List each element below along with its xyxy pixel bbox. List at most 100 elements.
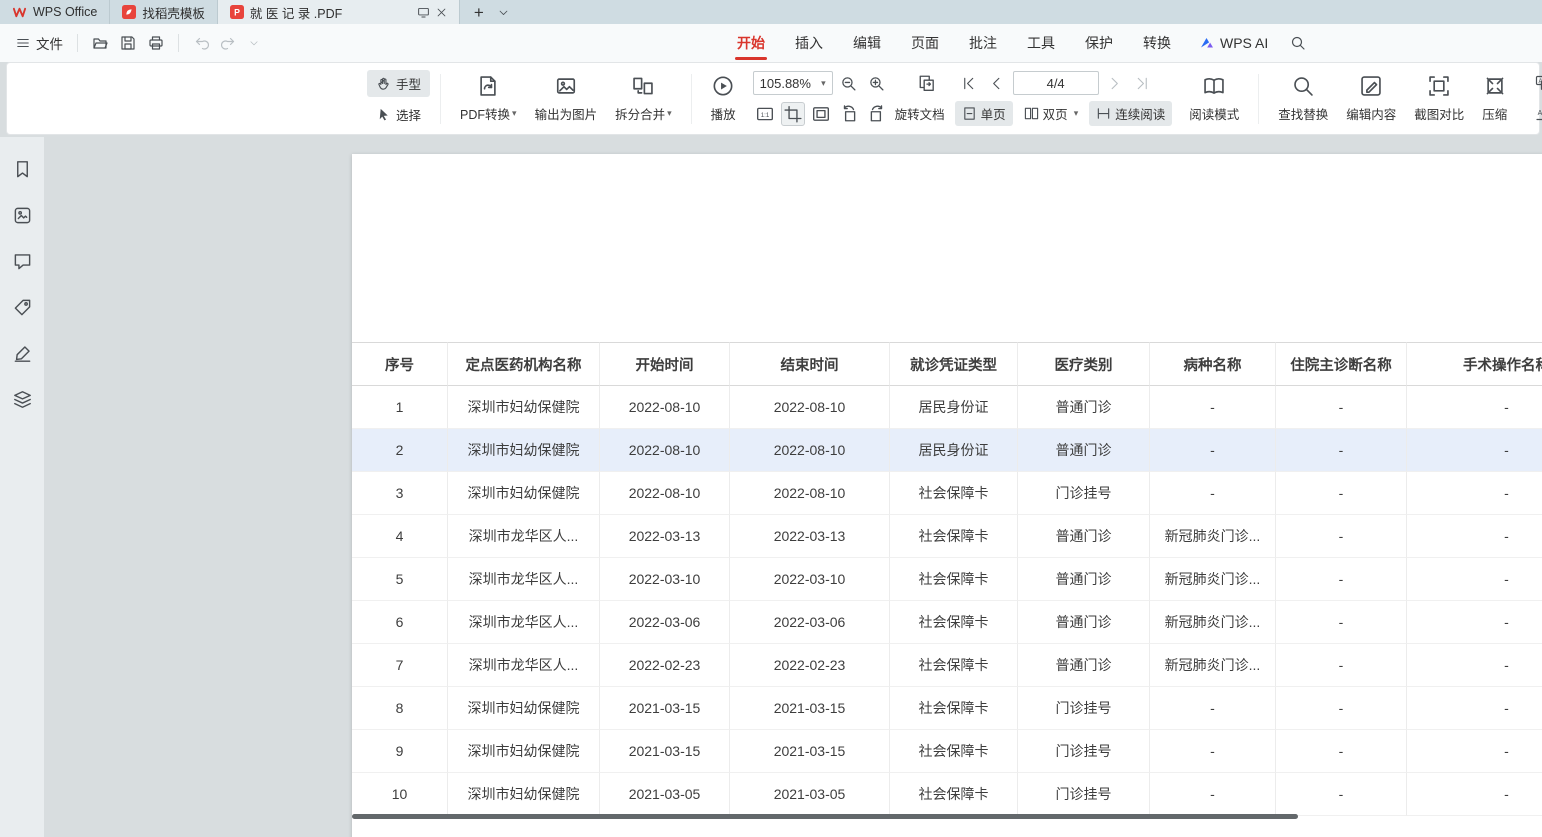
- find-replace-button[interactable]: 查找替换: [1269, 71, 1337, 127]
- ribbon-tab-protect[interactable]: 保护: [1083, 25, 1115, 61]
- signature-icon[interactable]: [10, 341, 34, 365]
- fit-page-button[interactable]: [809, 102, 833, 126]
- table-cell: 2021-03-05: [730, 773, 890, 816]
- next-page-button[interactable]: [1103, 71, 1127, 95]
- table-cell: 深圳市妇幼保健院: [448, 472, 600, 515]
- table-cell: 深圳市龙华区人...: [448, 644, 600, 687]
- fit-width-button[interactable]: [781, 102, 805, 126]
- prev-page-button[interactable]: [985, 71, 1009, 95]
- thumbnails-icon[interactable]: [10, 203, 34, 227]
- table-cell: 2021-03-05: [600, 773, 730, 816]
- pdf-convert-button[interactable]: PDF转换▾: [451, 71, 526, 127]
- table-row: 9深圳市妇幼保健院2021-03-152021-03-15社会保障卡门诊挂号--…: [352, 730, 1542, 773]
- file-menu[interactable]: 文件: [10, 29, 69, 57]
- table-cell: -: [1150, 773, 1276, 816]
- wps-ai-button[interactable]: WPS AI: [1199, 35, 1268, 51]
- layers-icon[interactable]: [10, 387, 34, 411]
- zoom-out-icon: [840, 75, 857, 92]
- continuous-read-button[interactable]: 连续阅读: [1089, 101, 1172, 126]
- ribbon-search-button[interactable]: [1284, 31, 1312, 55]
- bookmarks-icon[interactable]: [10, 157, 34, 181]
- last-page-button[interactable]: [1131, 71, 1155, 95]
- table-cell: -: [1407, 558, 1542, 601]
- continuous-read-icon: [1096, 106, 1111, 121]
- full-translate-icon: A文: [1535, 75, 1542, 91]
- tab-label: 就 医 记 录 .PDF: [250, 3, 342, 22]
- table-cell: 社会保障卡: [890, 515, 1018, 558]
- first-page-button[interactable]: [957, 71, 981, 95]
- ribbon-tab-page[interactable]: 页面: [909, 25, 941, 61]
- table-row: 1深圳市妇幼保健院2022-08-102022-08-10居民身份证普通门诊--…: [352, 386, 1542, 429]
- svg-text:P: P: [234, 8, 240, 18]
- rotate-left-button[interactable]: [837, 102, 861, 126]
- zoom-select[interactable]: 105.88% ▾: [753, 71, 833, 95]
- ribbon-tab-home[interactable]: 开始: [735, 25, 767, 61]
- ribbon-tab-insert[interactable]: 插入: [793, 25, 825, 61]
- zoom-in-button[interactable]: [865, 71, 889, 95]
- docer-icon: [122, 5, 136, 19]
- table-cell: 2022-03-06: [600, 601, 730, 644]
- comments-icon[interactable]: [10, 249, 34, 273]
- table-cell: 普通门诊: [1018, 644, 1150, 687]
- rotate-right-button[interactable]: [865, 102, 889, 126]
- open-file-button[interactable]: [86, 31, 114, 55]
- ribbon-tab-comment[interactable]: 批注: [967, 25, 999, 61]
- read-mode-button[interactable]: 阅读模式: [1180, 71, 1248, 127]
- prev-page-icon: [989, 76, 1004, 91]
- table-cell: -: [1276, 558, 1407, 601]
- single-page-button[interactable]: 单页: [955, 101, 1013, 126]
- actual-size-button[interactable]: 1:1: [753, 102, 777, 126]
- edit-content-button[interactable]: 编辑内容: [1337, 71, 1405, 127]
- table-cell: 社会保障卡: [890, 558, 1018, 601]
- document-area[interactable]: 序号定点医药机构名称开始时间结束时间就诊凭证类型医疗类别病种名称住院主诊断名称手…: [44, 137, 1542, 837]
- page-indicator-input[interactable]: 4/4: [1013, 71, 1099, 95]
- play-button[interactable]: 播放: [702, 71, 745, 127]
- redo-button[interactable]: [215, 31, 243, 55]
- ribbon-tab-tools[interactable]: 工具: [1025, 25, 1057, 61]
- play-icon: [712, 75, 734, 97]
- zoom-out-button[interactable]: [837, 71, 861, 95]
- compress-button[interactable]: 压缩: [1473, 71, 1516, 127]
- tab-document[interactable]: P 就 医 记 录 .PDF: [218, 0, 460, 24]
- window-tab-bar: WPS Office 找稻壳模板 P 就 医 记 录 .PDF +: [0, 0, 1542, 24]
- header-cell: 手术操作名称: [1407, 342, 1542, 386]
- pdf-convert-icon: [477, 75, 499, 97]
- rotate-doc-label[interactable]: 旋转文档: [895, 104, 945, 123]
- table-cell: -: [1150, 472, 1276, 515]
- table-cell: 2022-03-10: [600, 558, 730, 601]
- screenshot-compare-button[interactable]: 截图对比: [1405, 71, 1473, 127]
- save-button[interactable]: [114, 31, 142, 55]
- fit-page-icon: [812, 105, 830, 123]
- tab-docer-templates[interactable]: 找稻壳模板: [110, 0, 218, 24]
- table-cell: -: [1150, 386, 1276, 429]
- double-page-button[interactable]: 双页 ▾: [1017, 101, 1086, 126]
- search-icon: [1290, 35, 1306, 51]
- monitor-icon[interactable]: [417, 6, 430, 19]
- tab-wps-office[interactable]: WPS Office: [0, 0, 110, 24]
- undo-redo-dropdown[interactable]: [243, 34, 265, 52]
- table-row: 10深圳市妇幼保健院2021-03-052021-03-05社会保障卡门诊挂号-…: [352, 773, 1542, 816]
- new-tab-button[interactable]: +: [474, 4, 484, 21]
- table-cell: 2022-02-23: [600, 644, 730, 687]
- table-cell: 深圳市妇幼保健院: [448, 429, 600, 472]
- extract-page-button[interactable]: [915, 71, 939, 95]
- tab-list-chevron-down-icon[interactable]: [498, 7, 509, 18]
- hand-tool-button[interactable]: 手型: [367, 70, 430, 97]
- print-button[interactable]: [142, 31, 170, 55]
- pdf-file-icon: P: [230, 5, 244, 19]
- table-cell: 社会保障卡: [890, 472, 1018, 515]
- tab-close-icon[interactable]: [436, 7, 447, 18]
- attachments-icon[interactable]: [10, 295, 34, 319]
- split-merge-button[interactable]: 拆分合并▾: [606, 71, 681, 127]
- word-translate-button[interactable]: A文 划词翻译 ▾: [1526, 101, 1542, 128]
- header-cell: 病种名称: [1150, 342, 1276, 386]
- table-cell: 深圳市妇幼保健院: [448, 730, 600, 773]
- full-translate-button[interactable]: A文 全文翻译: [1526, 70, 1542, 97]
- ribbon-tab-edit[interactable]: 编辑: [851, 25, 883, 61]
- horizontal-scrollbar[interactable]: [352, 814, 1298, 819]
- select-tool-button[interactable]: 选择: [367, 101, 430, 128]
- undo-button[interactable]: [187, 31, 215, 55]
- table-cell: 普通门诊: [1018, 515, 1150, 558]
- export-image-button[interactable]: 输出为图片: [526, 71, 607, 127]
- ribbon-tab-convert[interactable]: 转换: [1141, 25, 1173, 61]
